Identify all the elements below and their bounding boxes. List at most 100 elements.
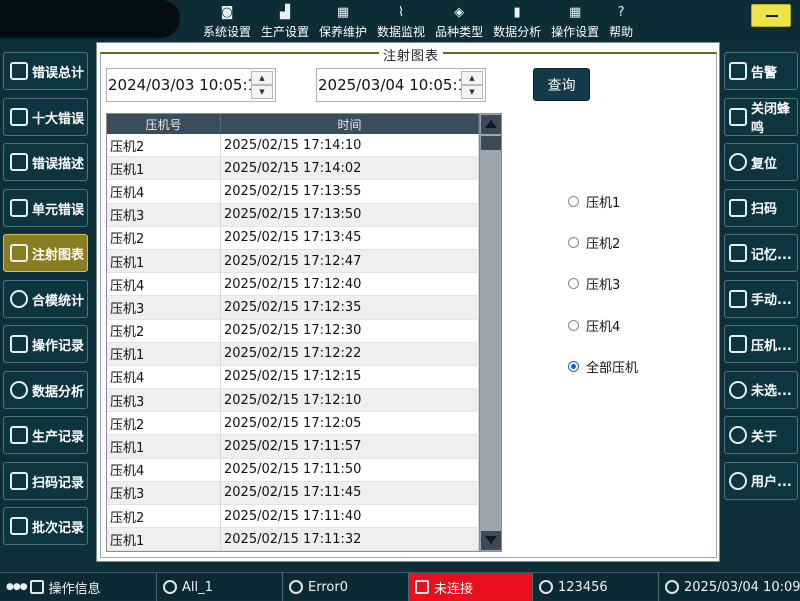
- sidebar-item[interactable]: 压机...: [724, 325, 798, 363]
- sidebar-item[interactable]: 操作记录: [3, 325, 88, 363]
- radio-label: 压机1: [586, 196, 621, 211]
- top-nav-item[interactable]: ◙ 系统设置: [198, 2, 256, 40]
- table-row[interactable]: 压机4 2025/02/15 17:12:15: [107, 365, 501, 390]
- start-datetime-spinner[interactable]: ▲ ▼: [251, 71, 273, 99]
- table-body: 压机2 2025/02/15 17:14:10 压机1 2025/02/15 17:1…: [107, 134, 501, 551]
- table-row[interactable]: 压机1 2025/02/15 17:11:32: [107, 528, 501, 551]
- press-cell: 压机2: [107, 226, 221, 249]
- time-cell: 2025/02/15 17:11:40: [221, 505, 479, 528]
- table-row[interactable]: 压机1 2025/02/15 17:14:02: [107, 157, 501, 181]
- query-button[interactable]: 查询: [533, 68, 590, 101]
- spin-down-icon[interactable]: ▼: [251, 85, 273, 99]
- sidebar-item[interactable]: 单元错误: [3, 189, 88, 227]
- spin-up-icon[interactable]: ▲: [461, 71, 483, 85]
- sidebar-item[interactable]: 扫码记录: [3, 462, 88, 500]
- press-radio[interactable]: 压机2: [568, 233, 620, 252]
- radio-label: 全部压机: [586, 361, 639, 376]
- table-row[interactable]: 压机3 2025/02/15 17:12:10: [107, 389, 501, 413]
- radio-indicator-icon[interactable]: [568, 361, 579, 372]
- table-row[interactable]: 压机3 2025/02/15 17:13:50: [107, 203, 501, 227]
- time-cell: 2025/02/15 17:12:10: [221, 389, 479, 412]
- sidebar-item[interactable]: 十大错误: [3, 98, 88, 136]
- minimize-button[interactable]: [751, 4, 791, 27]
- scroll-up-icon[interactable]: [481, 115, 501, 134]
- table-row[interactable]: 压机2 2025/02/15 17:12:05: [107, 412, 501, 436]
- sidebar-item[interactable]: 扫码: [724, 188, 798, 227]
- status-bar: ●●● 操作信息 All_1 Error0 未连接 123456 2025/03…: [0, 572, 800, 601]
- sidebar-item[interactable]: 记忆...: [724, 234, 798, 272]
- sidebar-item[interactable]: 数据分析: [3, 371, 88, 409]
- column-header-time[interactable]: 时间: [221, 114, 479, 134]
- radio-indicator-icon[interactable]: [568, 237, 579, 248]
- end-datetime-field[interactable]: 2025/03/04 10:05:1 ▲ ▼: [316, 68, 486, 102]
- spin-down-icon[interactable]: ▼: [461, 85, 483, 99]
- pie-chart-icon: [10, 290, 28, 308]
- table-row[interactable]: 压机4 2025/02/15 17:13:55: [107, 180, 501, 204]
- press-cell: 压机4: [107, 458, 221, 481]
- time-cell: 2025/02/15 17:14:02: [221, 157, 479, 180]
- sidebar-item[interactable]: 批次记录: [3, 507, 88, 545]
- chart-monitor-icon: ⌇: [397, 5, 405, 20]
- top-nav-item[interactable]: ▦ 保养维护: [314, 2, 372, 40]
- table-row[interactable]: 压机2 2025/02/15 17:11:40: [107, 505, 501, 529]
- table-row[interactable]: 压机3 2025/02/15 17:12:35: [107, 296, 501, 320]
- top-nav-item[interactable]: ▮ 数据分析: [488, 2, 546, 40]
- end-datetime-spinner[interactable]: ▲ ▼: [461, 71, 483, 99]
- table-row[interactable]: 压机1 2025/02/15 17:11:57: [107, 435, 501, 459]
- sidebar-item[interactable]: 合模统计: [3, 280, 88, 318]
- scroll-thumb[interactable]: [481, 136, 501, 150]
- radio-indicator-icon[interactable]: [568, 196, 579, 207]
- press-radio[interactable]: 全部压机: [568, 357, 638, 376]
- table-row[interactable]: 压机1 2025/02/15 17:12:22: [107, 342, 501, 366]
- radio-indicator-icon[interactable]: [568, 278, 579, 289]
- sidebar-item-label: 压机...: [751, 338, 792, 354]
- press-cell: 压机1: [107, 342, 221, 365]
- top-nav-item[interactable]: ⌇ 数据监视: [372, 2, 430, 40]
- table-row[interactable]: 压机2 2025/02/15 17:14:10: [107, 134, 501, 158]
- sidebar-item[interactable]: 告警: [724, 52, 798, 90]
- table-row[interactable]: 压机4 2025/02/15 17:12:40: [107, 273, 501, 297]
- column-header-press[interactable]: 压机号: [107, 114, 221, 134]
- sidebar-item[interactable]: 手动...: [724, 279, 798, 318]
- layers-icon: ◈: [454, 5, 465, 20]
- sidebar-item[interactable]: 关于: [724, 416, 798, 454]
- brand-logo: [0, 0, 180, 38]
- press-cell: 压机1: [107, 249, 221, 273]
- top-nav-item[interactable]: ? 帮助: [604, 2, 638, 40]
- top-nav-item[interactable]: ▟ 生产设置: [256, 2, 314, 40]
- top-nav-label: 操作设置: [551, 25, 600, 39]
- sidebar-item[interactable]: 生产记录: [3, 416, 88, 454]
- press-radio[interactable]: 压机4: [568, 316, 620, 335]
- press-cell: 压机2: [107, 134, 221, 157]
- sidebar-item[interactable]: 注射图表: [3, 234, 88, 272]
- radio-indicator-icon[interactable]: [568, 320, 579, 331]
- press-cell: 压机2: [107, 319, 221, 342]
- operation-info-status[interactable]: ●●● 操作信息: [0, 573, 156, 601]
- error-status[interactable]: Error0: [282, 573, 408, 601]
- sidebar-item[interactable]: 关闭蜂鸣: [724, 97, 798, 136]
- datetime-label: 2025/03/04 10:09:: [684, 579, 800, 595]
- alarm-icon: [729, 62, 747, 80]
- recipe-status[interactable]: All_1: [156, 573, 282, 601]
- table-row[interactable]: 压机3 2025/02/15 17:11:45: [107, 481, 501, 505]
- sidebar-item[interactable]: 错误描述: [3, 143, 88, 181]
- start-datetime-field[interactable]: 2024/03/03 10:05:1 ▲ ▼: [106, 68, 276, 102]
- top-nav-item[interactable]: ▦ 操作设置: [546, 2, 604, 40]
- scroll-down-icon[interactable]: [481, 531, 501, 550]
- table-scrollbar[interactable]: [479, 114, 501, 551]
- table-row[interactable]: 压机1 2025/02/15 17:12:47: [107, 249, 501, 274]
- press-radio[interactable]: 压机1: [568, 192, 620, 211]
- table-row[interactable]: 压机2 2025/02/15 17:12:30: [107, 319, 501, 343]
- spin-up-icon[interactable]: ▲: [251, 71, 273, 85]
- sidebar-item-label: 关于: [751, 429, 778, 445]
- sidebar-item[interactable]: 复位: [724, 143, 798, 181]
- sidebar-item[interactable]: 错误总计: [3, 52, 88, 90]
- sidebar-item[interactable]: 未选...: [724, 370, 798, 409]
- table-row[interactable]: 压机4 2025/02/15 17:11:50: [107, 458, 501, 482]
- connection-status[interactable]: 未连接: [408, 573, 532, 601]
- user-status[interactable]: 123456: [532, 573, 658, 601]
- press-radio[interactable]: 压机3: [568, 274, 620, 293]
- sidebar-item[interactable]: 用户...: [724, 461, 798, 500]
- top-nav-item[interactable]: ◈ 品种类型: [430, 2, 488, 40]
- table-row[interactable]: 压机2 2025/02/15 17:13:45: [107, 226, 501, 250]
